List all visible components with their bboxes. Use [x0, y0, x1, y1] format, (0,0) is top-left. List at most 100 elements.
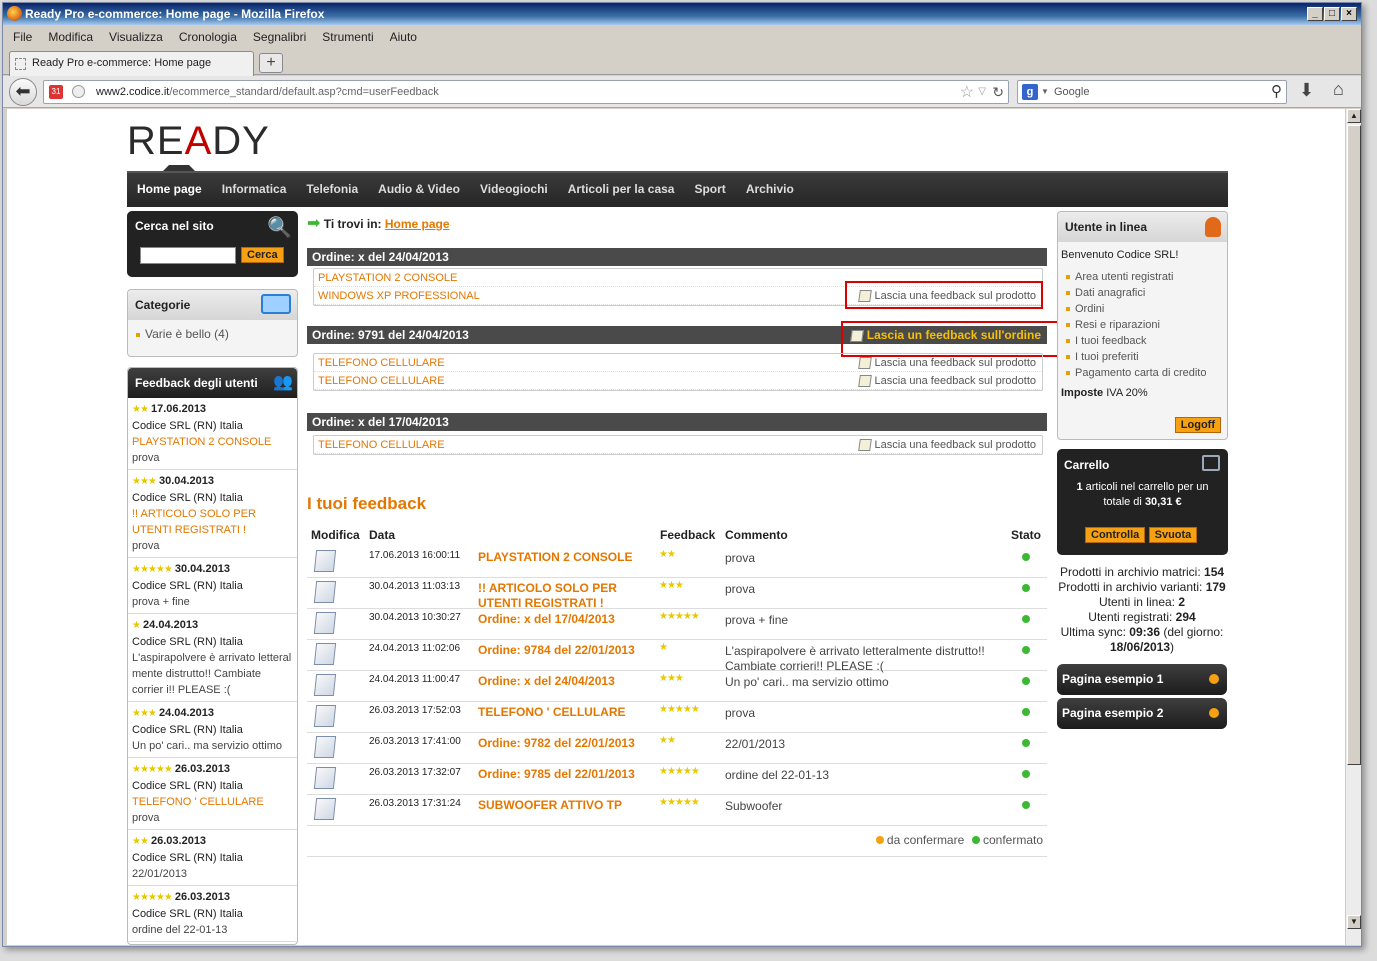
user-link[interactable]: I tuoi feedback [1066, 333, 1227, 349]
feedback-row-item[interactable]: SUBWOOFER ATTIVO TP [478, 798, 648, 813]
user-link[interactable]: I tuoi preferiti [1066, 349, 1227, 365]
stat-label: Ultima sync: [1060, 625, 1126, 639]
feedback-date: 24.04.2013 [143, 619, 199, 631]
menu-cronologia[interactable]: Cronologia [169, 26, 243, 44]
search-button[interactable]: Cerca [241, 247, 284, 263]
feedback-product-link[interactable]: TELEFONO ' CELLULARE [132, 794, 293, 810]
menu-modifica[interactable]: Modifica [38, 26, 99, 44]
search-bar[interactable]: g ▼ Google ⚲ [1017, 80, 1287, 104]
col-date: Data [369, 528, 396, 542]
new-tab-button[interactable]: + [259, 53, 283, 73]
minimize-button[interactable]: _ [1307, 7, 1323, 21]
vertical-scrollbar[interactable]: ▲ ▼ [1345, 109, 1361, 945]
edit-feedback-icon[interactable] [313, 674, 337, 696]
close-button[interactable]: × [1341, 7, 1357, 21]
menu-file[interactable]: File [3, 26, 38, 44]
nav-telefonia[interactable]: Telefonia [296, 173, 368, 205]
breadcrumb-home-link[interactable]: Home page [385, 217, 450, 231]
site-logo[interactable]: READY [127, 119, 270, 164]
menu-strumenti[interactable]: Strumenti [312, 26, 379, 44]
nav-archivio[interactable]: Archivio [736, 173, 804, 205]
product-feedback-link[interactable]: Lascia una feedback sul prodotto [857, 372, 1036, 390]
order-item-link[interactable]: TELEFONO CELLULARE [318, 439, 445, 451]
site-search-input[interactable] [140, 247, 236, 264]
feedback-comment: prova [132, 452, 160, 464]
example-page-2[interactable]: Pagina esempio 2 [1057, 698, 1227, 729]
order-item-link[interactable]: WINDOWS XP PROFESSIONAL [318, 290, 480, 302]
home-icon[interactable]: ⌂ [1333, 79, 1344, 100]
feedback-row-item[interactable]: Ordine: x del 17/04/2013 [478, 612, 648, 627]
feedback-product-link[interactable]: PLAYSTATION 2 CONSOLE [132, 434, 293, 450]
example-page-1[interactable]: Pagina esempio 1 [1057, 664, 1227, 695]
product-feedback-link[interactable]: Lascia una feedback sul prodotto [857, 354, 1036, 372]
categories-box: Categorie Varie è bello (4) [127, 289, 298, 357]
nav-home[interactable]: Home page [127, 173, 212, 205]
search-icon[interactable]: ⚲ [1271, 81, 1282, 103]
edit-feedback-icon[interactable] [313, 581, 337, 603]
edit-feedback-icon[interactable] [313, 643, 337, 665]
user-link[interactable]: Area utenti registrati [1066, 269, 1227, 285]
back-button[interactable]: ⬅ [9, 78, 37, 106]
user-link[interactable]: Dati anagrafici [1066, 285, 1227, 301]
feedback-entry-head: ★★★★★ 26.03.2013 [132, 889, 293, 906]
download-icon[interactable]: ⬇ [1299, 80, 1314, 101]
edit-feedback-icon[interactable] [313, 736, 337, 758]
category-item[interactable]: Varie è bello (4) [136, 326, 297, 342]
bookmark-star-icon[interactable]: ☆ [960, 82, 974, 104]
feedback-row-item[interactable]: Ordine: 9782 del 22/01/2013 [478, 736, 648, 751]
feedback-table-row: 26.03.2013 17:31:24 SUBWOOFER ATTIVO TP ★★… [307, 795, 1047, 826]
edit-feedback-icon[interactable] [313, 767, 337, 789]
engine-dropdown-icon[interactable]: ▼ [1041, 81, 1049, 103]
scroll-up-icon[interactable]: ▲ [1347, 109, 1361, 123]
product-feedback-link[interactable]: Lascia una feedback sul prodotto [857, 436, 1036, 454]
user-links: Area utenti registrati Dati anagrafici O… [1058, 265, 1227, 381]
feedback-row-item[interactable]: Ordine: x del 24/04/2013 [478, 674, 648, 689]
google-icon[interactable]: g [1022, 84, 1038, 100]
nav-videogiochi[interactable]: Videogiochi [470, 173, 558, 205]
user-link[interactable]: Ordini [1066, 301, 1227, 317]
feedback-entry-head: ★★★★★ 26.03.2013 [132, 761, 293, 778]
tab-home-page[interactable]: Ready Pro e-commerce: Home page [9, 51, 254, 76]
edit-feedback-icon[interactable] [313, 550, 337, 572]
feedback-row-comment: prova [725, 706, 756, 720]
scroll-thumb[interactable] [1347, 125, 1361, 765]
order-item-link[interactable]: TELEFONO CELLULARE [318, 357, 445, 369]
user-link[interactable]: Pagamento carta di credito [1066, 365, 1227, 381]
menu-segnalibri[interactable]: Segnalibri [243, 26, 312, 44]
maximize-button[interactable]: □ [1324, 7, 1340, 21]
url-dropdown-icon[interactable]: ▽ [978, 81, 986, 103]
search-box: Cerca nel sito 🔍 Cerca [127, 211, 298, 277]
user-icon [1205, 217, 1221, 237]
edit-feedback-icon[interactable] [313, 612, 337, 634]
arrow-right-icon: ➡ [307, 215, 321, 232]
order-item-link[interactable]: TELEFONO CELLULARE [318, 375, 445, 387]
feedback-row-item[interactable]: !! ARTICOLO SOLO PER UTENTI REGISTRATI ! [478, 581, 648, 611]
menu-visualizza[interactable]: Visualizza [99, 26, 169, 44]
feedback-entry-head: ★★ 17.06.2013 [132, 401, 293, 418]
nav-articoli-casa[interactable]: Articoli per la casa [558, 173, 685, 205]
reload-icon[interactable]: ↻ [992, 81, 1004, 103]
user-link[interactable]: Resi e riparazioni [1066, 317, 1227, 333]
edit-feedback-icon[interactable] [313, 705, 337, 727]
nav-audio-video[interactable]: Audio & Video [368, 173, 470, 205]
feedback-comment: ordine del 22-01-13 [132, 924, 228, 936]
order-header: Ordine: x del 17/04/2013 [307, 413, 1047, 431]
logoff-button[interactable]: Logoff [1174, 417, 1221, 433]
page-viewport: READY Home page Informatica Telefonia Au… [7, 109, 1345, 945]
nav-informatica[interactable]: Informatica [212, 173, 297, 205]
menu-aiuto[interactable]: Aiuto [380, 26, 423, 44]
feedback-row-item[interactable]: Ordine: 9784 del 22/01/2013 [478, 643, 648, 658]
empty-cart-button[interactable]: Svuota [1148, 527, 1198, 543]
calendar-icon: 31 [49, 85, 63, 99]
check-cart-button[interactable]: Controlla [1085, 527, 1146, 543]
feedback-row-item[interactable]: TELEFONO ' CELLULARE [478, 705, 648, 720]
feedback-row-item[interactable]: Ordine: 9785 del 22/01/2013 [478, 767, 648, 782]
feedback-row-item[interactable]: PLAYSTATION 2 CONSOLE [478, 550, 648, 565]
url-bar[interactable]: 31 www2.codice.it/ecommerce_standard/def… [43, 80, 1009, 104]
feedback-product-link[interactable]: !! ARTICOLO SOLO PER UTENTI REGISTRATI ! [132, 506, 293, 538]
feedback-row-date: 26.03.2013 17:41:00 [369, 736, 461, 747]
edit-feedback-icon[interactable] [313, 798, 337, 820]
scroll-down-icon[interactable]: ▼ [1347, 915, 1361, 929]
nav-sport[interactable]: Sport [684, 173, 735, 205]
order-item-link[interactable]: PLAYSTATION 2 CONSOLE [318, 272, 457, 284]
